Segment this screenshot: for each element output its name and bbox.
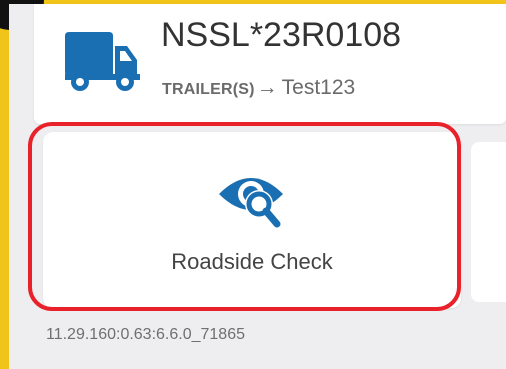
trailer-value: Test123 [281, 76, 356, 99]
device-frame: NSSL*23R0108 TRAILER(S)→ Test123 Roadside… [0, 0, 506, 369]
app-version: 11.29.160:0.63:6.6.0_71865 [46, 326, 245, 343]
vehicle-card[interactable]: NSSL*23R0108 TRAILER(S)→ Test123 [34, 4, 506, 124]
truck-icon [65, 32, 140, 91]
next-action-card[interactable] [471, 142, 506, 302]
vehicle-id: NSSL*23R0108 [161, 16, 402, 54]
trailer-prefix: TRAILER(S) [162, 81, 255, 98]
eye-search-icon [219, 178, 283, 228]
roadside-check-label: Roadside Check [171, 249, 333, 274]
app-screen: NSSL*23R0108 TRAILER(S)→ Test123 Roadside… [9, 4, 506, 369]
roadside-check-button[interactable]: Roadside Check [43, 132, 461, 308]
trailer-info: TRAILER(S)→ Test123 [162, 76, 355, 100]
trailer-arrow: → [256, 76, 278, 99]
